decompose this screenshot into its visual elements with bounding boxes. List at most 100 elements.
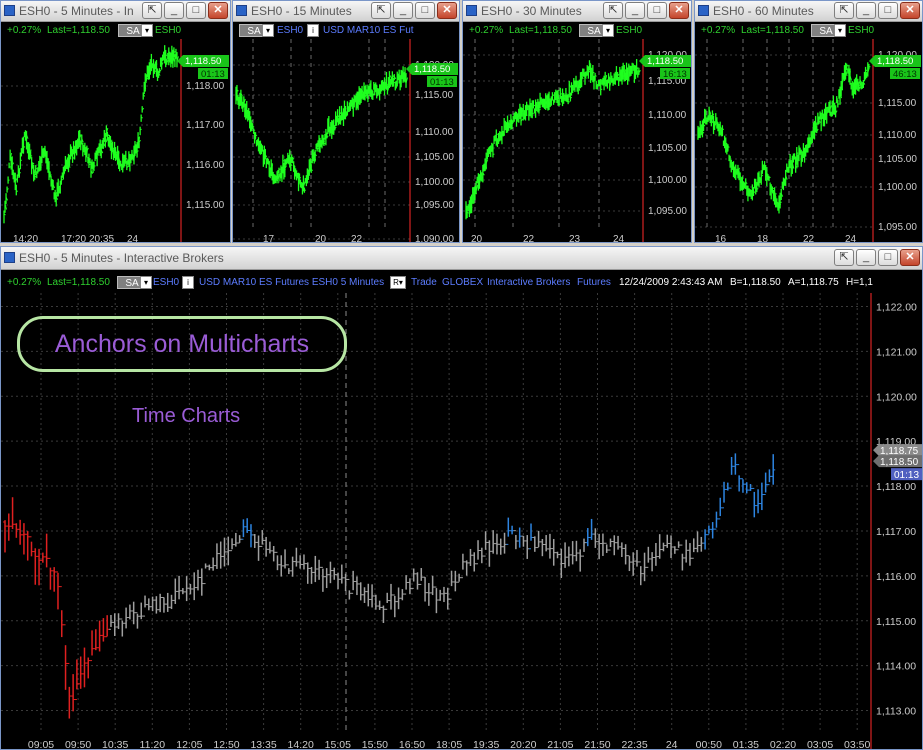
maximize-button[interactable]: □ [878,249,898,266]
minimize-button[interactable]: _ [164,2,184,19]
price-axis-label: 1,117.00 [186,120,225,131]
minimize-button[interactable]: _ [393,2,413,19]
price-axis-label: 1,122.00 [876,301,917,313]
bar-timer-tag-label: 46:13 [893,69,917,80]
minimize-button[interactable]: _ [856,2,876,19]
time-axis-label: 24 [127,234,139,243]
last-price: Last=1,118.50 [509,25,572,36]
maximize-button[interactable]: □ [878,2,898,19]
close-button[interactable]: ✕ [900,249,920,266]
status-bar: +0.27% Last=1,118.50 SA ▾ ESH0 [695,22,922,39]
close-icon: ✕ [674,4,684,16]
price-bar-tick [61,178,63,181]
time-axis-label: 21:05 [547,739,573,750]
time-axis-label: 24 [845,234,857,243]
maximize-button[interactable]: □ [415,2,435,19]
minimize-button[interactable]: _ [856,249,876,266]
chart-app-icon [466,5,477,16]
detach-button[interactable]: ⇱ [142,2,162,19]
time-axis-label: 00:50 [696,739,722,750]
chevron-down-icon[interactable]: ▾ [140,276,152,289]
window-titlebar[interactable]: ESH0 - 5 Minutes - Interactive Brokers ⇱… [1,247,922,270]
window-titlebar[interactable]: ESH0 - 5 Minutes - In ⇱ _ □ ✕ [1,1,230,22]
last-price-tag-label: 1,118.50 [414,64,450,75]
bid-label: B=1,118.50 [730,277,781,288]
datetime-label: 12/24/2009 2:43:43 AM [619,277,723,288]
symbol-label: ESH0 [155,25,182,36]
detach-icon: ⇱ [608,4,618,16]
time-axis-label: 12:05 [176,739,202,750]
time-axis-label: 22:35 [621,739,647,750]
price-axis-label: 1,120.00 [876,391,917,403]
chevron-down-icon[interactable]: ▾ [602,24,614,37]
price-plot[interactable]: 1,120.001,115.001,110.001,105.001,100.00… [233,39,459,242]
minimize-icon: _ [862,251,870,263]
change-percent: +0.27% [469,25,504,36]
window-titlebar[interactable]: ESH0 - 15 Minutes ⇱ _ □ ✕ [233,1,459,22]
price-bar-tick [282,159,285,162]
detach-button[interactable]: ⇱ [603,2,623,19]
chart-window-5min-mini[interactable]: ESH0 - 5 Minutes - In ⇱ _ □ ✕ +0.27% Las… [0,0,231,243]
time-axis-label: 21:50 [584,739,610,750]
last-price-tag-label: 1,118.50 [647,56,683,67]
window-title: ESH0 - 5 Minutes - In [19,4,134,18]
mini-chart-svg: 1,120.001,115.001,110.001,105.001,100.00… [233,39,459,242]
chart-app-icon [4,252,15,263]
window-titlebar[interactable]: ESH0 - 30 Minutes ⇱ _ □ ✕ [463,1,691,22]
realtime-toggle-icon[interactable]: R▾ [390,276,406,289]
close-button[interactable]: ✕ [669,2,689,19]
time-axis-label: 03:05 [807,739,833,750]
last-price: Last=1,118.50 [47,25,110,36]
minimize-icon: _ [862,4,870,16]
maximize-button[interactable]: □ [647,2,667,19]
detach-button[interactable]: ⇱ [371,2,391,19]
chevron-down-icon[interactable]: ▾ [141,24,153,37]
close-button[interactable]: ✕ [208,2,228,19]
chevron-down-icon[interactable]: ▾ [834,24,846,37]
change-percent: +0.27% [7,25,42,36]
symbol-label: ESH0 [153,277,180,288]
chart-window-30min-mini[interactable]: ESH0 - 30 Minutes ⇱ _ □ ✕ +0.27% Last=1,… [462,0,692,243]
price-plot[interactable]: 1,120.001,115.001,110.001,105.001,100.00… [463,39,691,243]
info-icon[interactable]: i [182,276,194,289]
minimize-button[interactable]: _ [625,2,645,19]
chevron-down-icon[interactable]: ▾ [262,24,274,37]
bar-timer-tag-label: 01:13 [201,69,225,80]
price-axis-label: 1,110.00 [878,130,917,141]
close-icon: ✕ [905,4,915,16]
chart-app-icon [236,5,247,16]
price-axis-label: 1,105.00 [648,143,687,154]
status-bar: +0.27% Last=1,118.50 SA ▾ ESH0 i USD MAR… [1,274,922,291]
window-title: ESH0 - 30 Minutes [481,4,582,18]
price-plot[interactable]: 1,120.001,115.001,110.001,105.001,100.00… [695,39,922,243]
mini-chart-svg: 1,120.001,115.001,110.001,105.001,100.00… [695,39,922,243]
detach-button[interactable]: ⇱ [834,2,854,19]
price-axis-label: 1,110.00 [415,127,454,138]
detach-icon: ⇱ [839,251,849,263]
detach-button[interactable]: ⇱ [834,249,854,266]
close-button[interactable]: ✕ [437,2,457,19]
time-axis-label: 15:50 [362,739,388,750]
last-price-tag-label: 1,118.50 [877,56,913,67]
price-plot[interactable]: 1,118.00 1,117.00 1,116.00 1,115.00 14:20 17:… [1,39,230,243]
price-bar-tick [88,163,91,166]
time-axis-label: 20 [471,234,483,243]
price-bar-tick [768,176,771,179]
price-axis-label: 1,115.00 [878,98,917,109]
chart-window-60min-mini[interactable]: ESH0 - 60 Minutes ⇱ _ □ ✕ +0.27% Last=1,… [694,0,923,243]
annotation-subtitle: Time Charts [132,405,241,427]
time-axis-label: 09:05 [28,739,54,750]
time-axis-label: 19:35 [473,739,499,750]
info-icon[interactable]: i [307,24,319,37]
time-axis-label: 18 [757,234,769,243]
time-axis-label: 22 [523,234,535,243]
time-axis-label: 22 [803,234,815,243]
maximize-button[interactable]: □ [186,2,206,19]
price-bar-tick [278,168,281,171]
window-titlebar[interactable]: ESH0 - 60 Minutes ⇱ _ □ ✕ [695,1,922,22]
chart-window-15min-mini[interactable]: ESH0 - 15 Minutes ⇱ _ □ ✕ SA ▾ ESH0 i US… [232,0,460,243]
close-button[interactable]: ✕ [900,2,920,19]
broker-label: Interactive Brokers [487,277,571,288]
price-axis-label: 1,121.00 [876,346,917,358]
time-axis-label: 10:35 [102,739,128,750]
